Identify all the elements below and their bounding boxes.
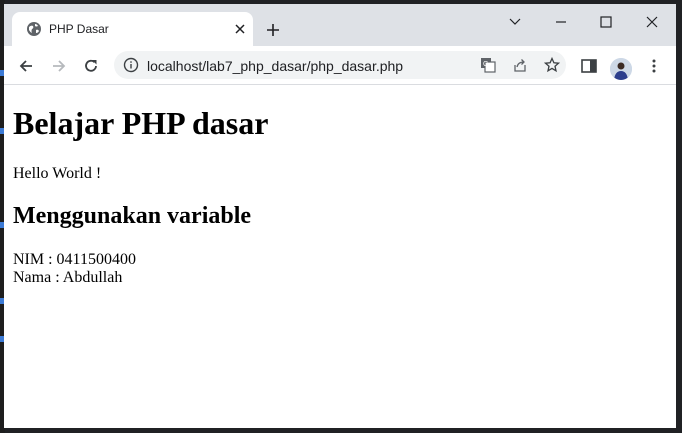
info-icon[interactable] xyxy=(123,57,139,73)
more-vert-icon[interactable] xyxy=(645,57,663,75)
forward-arrow-icon[interactable] xyxy=(50,57,68,75)
address-bar[interactable]: localhost/lab7_php_dasar/php_dasar.php G xyxy=(114,51,566,79)
page-heading: Belajar PHP dasar xyxy=(13,105,269,141)
tab-php-dasar[interactable]: PHP Dasar xyxy=(12,12,253,46)
tab-strip: PHP Dasar xyxy=(4,4,676,46)
chevron-down-icon[interactable] xyxy=(501,12,529,32)
hello-text: Hello World ! xyxy=(13,165,102,182)
browser-window: PHP Dasar localhost/lab7_php_dasar/php_d… xyxy=(4,4,676,428)
toolbar: localhost/lab7_php_dasar/php_dasar.php G xyxy=(4,46,676,85)
maximize-icon[interactable] xyxy=(592,12,620,32)
side-panel-icon[interactable] xyxy=(580,57,598,75)
translate-icon[interactable]: G xyxy=(480,57,496,73)
section-heading: Menggunakan variable xyxy=(13,203,252,229)
reload-icon[interactable] xyxy=(82,57,100,75)
globe-icon xyxy=(27,22,41,36)
tab-title: PHP Dasar xyxy=(49,22,109,36)
plus-icon[interactable] xyxy=(265,22,281,38)
nim-line: NIM : 0411500400 xyxy=(13,251,136,268)
close-window-icon[interactable] xyxy=(638,12,666,32)
share-icon[interactable] xyxy=(512,57,528,73)
close-icon[interactable] xyxy=(232,21,248,37)
nama-line: Nama : Abdullah xyxy=(13,269,123,286)
star-icon[interactable] xyxy=(544,57,560,73)
url-text[interactable]: localhost/lab7_php_dasar/php_dasar.php xyxy=(147,58,403,74)
page-content: Belajar PHP dasar Hello World ! Mengguna… xyxy=(4,85,676,428)
profile-avatar-icon xyxy=(610,58,632,80)
minimize-icon[interactable] xyxy=(547,12,575,32)
svg-text:G: G xyxy=(483,61,488,68)
student-info: NIM : 0411500400 Nama : Abdullah xyxy=(13,251,136,287)
back-arrow-icon[interactable] xyxy=(17,57,35,75)
avatar[interactable] xyxy=(610,58,632,80)
